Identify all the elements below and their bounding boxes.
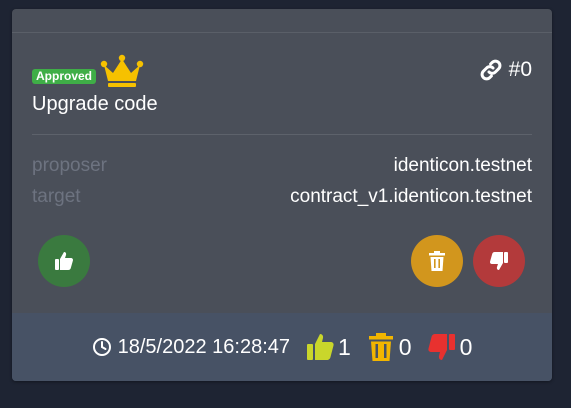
remove-count: 0 xyxy=(398,333,412,360)
trash-icon xyxy=(429,251,445,271)
proposal-footer: 18/5/2022 16:28:47 1 0 0 xyxy=(12,313,552,381)
proposer-label: proposer xyxy=(32,155,107,176)
approve-count: 1 xyxy=(338,333,351,360)
thumbs-down-icon xyxy=(489,252,508,270)
reject-count: 0 xyxy=(459,333,473,360)
thumbs-down-icon xyxy=(427,334,455,360)
approve-button[interactable] xyxy=(38,235,90,287)
proposal-title: Upgrade code xyxy=(32,93,158,115)
target-value: contract_v1.identicon.testnet xyxy=(290,186,532,207)
thumbs-up-icon xyxy=(55,252,74,270)
target-label: target xyxy=(32,186,81,207)
card-header-divider xyxy=(12,32,552,33)
proposal-link[interactable]: #0 xyxy=(479,58,532,82)
content-divider xyxy=(32,134,532,135)
proposal-timestamp: 18/5/2022 16:28:47 xyxy=(117,335,290,358)
proposer-row: proposer identicon.testnet xyxy=(32,155,532,179)
link-icon xyxy=(480,59,502,81)
thumbs-up-icon xyxy=(307,334,334,360)
proposal-id: #0 xyxy=(508,58,532,81)
proposal-card: Approved Upgrade code #0 proposer identi… xyxy=(12,9,552,381)
proposer-value: identicon.testnet xyxy=(393,155,532,176)
status-badge: Approved xyxy=(32,69,97,84)
clock-icon xyxy=(92,338,111,356)
reject-button[interactable] xyxy=(473,235,525,287)
remove-button[interactable] xyxy=(411,235,463,287)
target-row: target contract_v1.identicon.testnet xyxy=(32,186,532,210)
crown-icon xyxy=(100,54,144,87)
trash-icon xyxy=(368,333,393,361)
